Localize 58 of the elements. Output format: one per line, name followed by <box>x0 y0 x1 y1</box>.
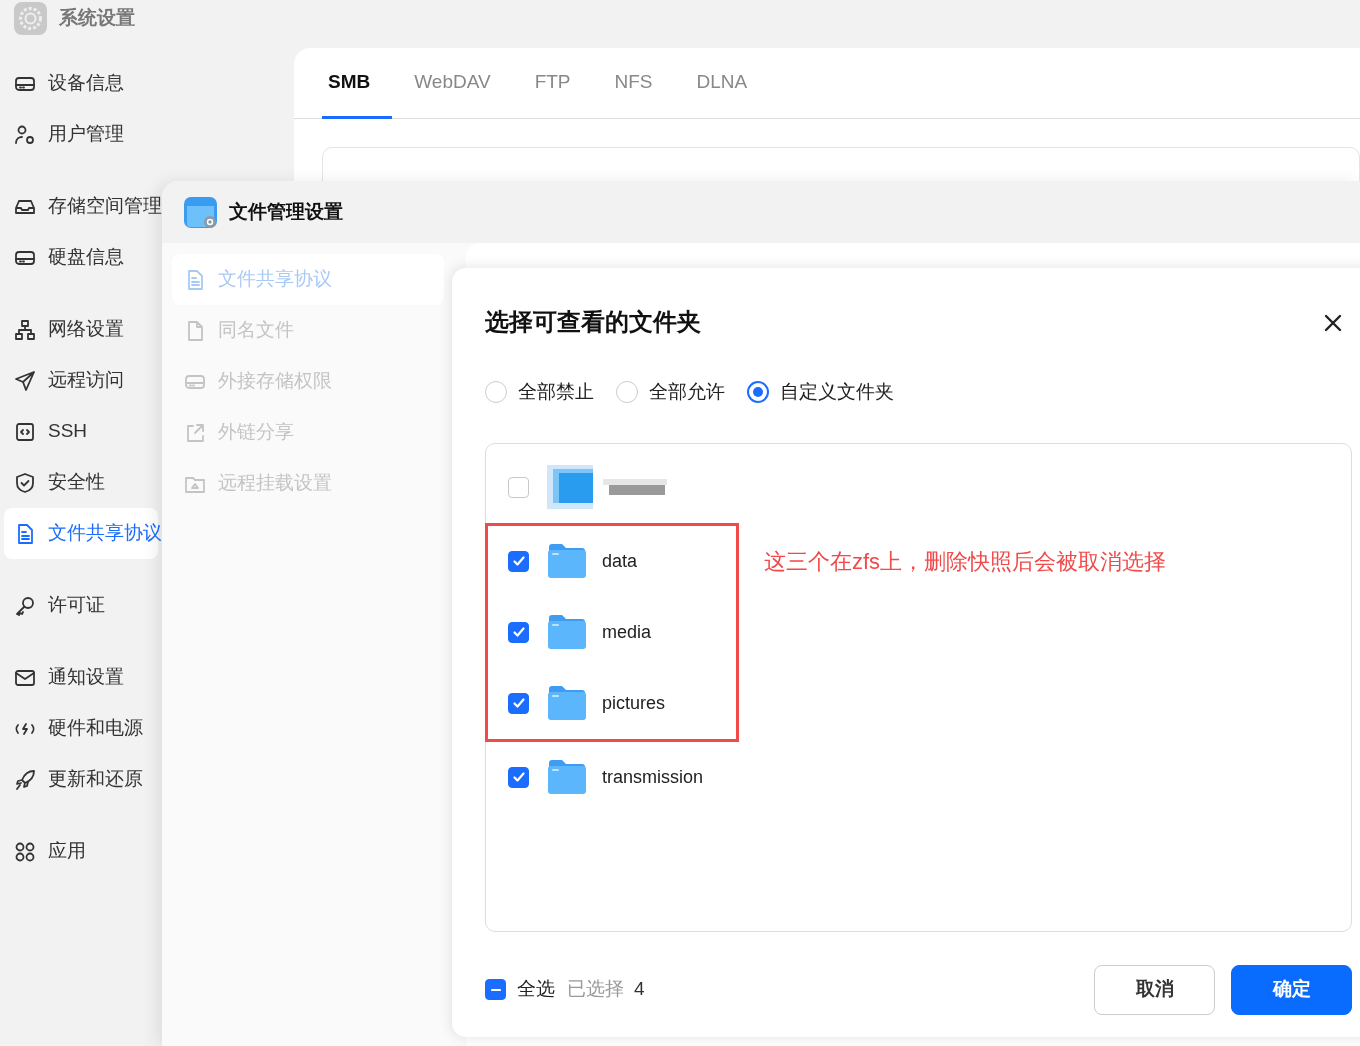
window-title: 文件管理设置 <box>229 199 343 224</box>
selected-label: 已选择 <box>567 977 624 1002</box>
user-gear-icon <box>14 123 36 146</box>
sidebar-item[interactable]: 许可证 <box>4 580 158 631</box>
confirm-button[interactable]: 确定 <box>1231 964 1352 1015</box>
share-icon <box>184 421 206 444</box>
check-icon <box>511 770 526 784</box>
sidebar-item[interactable]: 网络设置 <box>4 304 158 355</box>
sidebar-item[interactable]: 更新和还原 <box>4 754 158 805</box>
folder-name: media <box>602 620 652 644</box>
sidebar-item[interactable]: 远程访问 <box>4 355 158 406</box>
terminal-icon <box>14 420 36 443</box>
dialog-title: 选择可查看的文件夹 <box>485 307 701 337</box>
check-icon <box>511 696 526 710</box>
send-icon <box>14 369 36 392</box>
radio-option[interactable]: 全部允许 <box>616 378 725 407</box>
checkbox[interactable] <box>485 979 506 1000</box>
folder-icon <box>547 685 587 721</box>
sidebar-item[interactable]: 安全性 <box>4 457 158 508</box>
select-all-label: 全选 <box>517 977 555 1002</box>
folder-icon <box>547 543 587 579</box>
sidebar-item[interactable]: SSH <box>4 406 158 457</box>
network-icon <box>14 318 36 341</box>
tab[interactable]: FTP <box>512 48 593 119</box>
checkbox[interactable] <box>508 692 529 714</box>
folder-name: transmission <box>602 765 704 789</box>
tab[interactable]: DLNA <box>674 48 770 119</box>
folder-name: pictures <box>602 691 666 715</box>
check-icon <box>511 625 526 639</box>
key-icon <box>14 594 36 617</box>
cancel-button[interactable]: 取消 <box>1094 964 1215 1015</box>
checkbox[interactable] <box>508 550 529 572</box>
annotation-text: 这三个在zfs上，删除快照后会被取消选择 <box>764 547 1167 576</box>
checkbox[interactable] <box>508 766 529 788</box>
sidebar-item[interactable]: 通知设置 <box>4 652 158 703</box>
folder-name: data <box>602 549 638 573</box>
sidebar-item[interactable]: 设备信息 <box>4 58 158 109</box>
checkbox[interactable] <box>508 621 529 643</box>
folder-icon <box>547 759 587 795</box>
shield-icon <box>14 471 36 494</box>
window-title: 系统设置 <box>59 5 135 30</box>
tab[interactable]: NFS <box>592 48 675 119</box>
radio-option[interactable]: 全部禁止 <box>485 378 594 407</box>
selected-count: 4 <box>634 977 645 1002</box>
rocket-icon <box>14 768 36 791</box>
check-icon <box>511 554 526 568</box>
sidebar-item[interactable]: 硬盘信息 <box>4 232 158 283</box>
checkbox[interactable] <box>508 476 529 498</box>
sidebar-item[interactable]: 应用 <box>4 826 158 877</box>
sidebar-item[interactable]: 硬件和电源 <box>4 703 158 754</box>
folder-icon <box>547 614 587 650</box>
sidebar-item[interactable]: 用户管理 <box>4 109 158 160</box>
settings-app-icon <box>14 1 47 35</box>
apps-icon <box>14 840 36 863</box>
radio-option[interactable]: 自定义文件夹 <box>747 378 894 407</box>
tab[interactable]: SMB <box>322 48 393 119</box>
tab[interactable]: WebDAV <box>392 48 513 119</box>
folder-gear-icon <box>184 195 217 229</box>
